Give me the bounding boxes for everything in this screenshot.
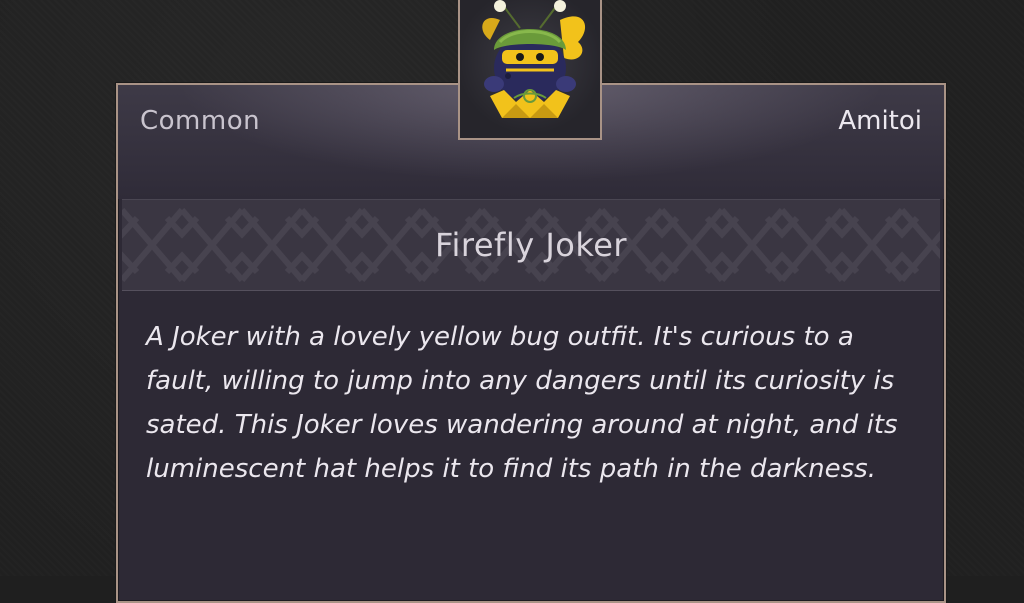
item-card: Common Amitoi Firefly Joker A Joker with…: [116, 83, 946, 603]
rarity-label: Common: [140, 106, 261, 136]
item-description: A Joker with a lovely yellow bug outfit.…: [146, 322, 898, 484]
item-portrait: [458, 0, 602, 140]
firefly-joker-icon: [482, 0, 586, 118]
category-label: Amitoi: [838, 106, 922, 136]
item-name: Firefly Joker: [434, 226, 628, 264]
title-band: Firefly Joker: [122, 199, 940, 291]
